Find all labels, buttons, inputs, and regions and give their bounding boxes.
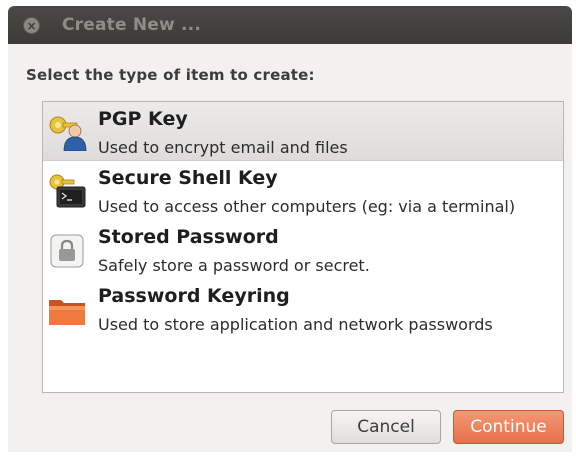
list-item-password-keyring[interactable]: Password Keyring Used to store applicati… (43, 279, 563, 338)
pgp-key-icon (47, 115, 87, 152)
list-item-pgp-key[interactable]: PGP Key Used to encrypt email and files (43, 102, 563, 161)
window-title: Create New ... (62, 15, 201, 35)
item-type-list: PGP Key Used to encrypt email and files … (42, 101, 564, 393)
list-item-stored-password[interactable]: Stored Password Safely store a password … (43, 220, 563, 279)
close-button[interactable]: × (23, 17, 40, 34)
item-description: Used to access other computers (eg: via … (98, 197, 516, 216)
item-description: Safely store a password or secret. (98, 256, 370, 275)
item-type-prompt: Select the type of item to create: (26, 66, 315, 84)
item-name: Password Keyring (98, 285, 290, 307)
create-new-dialog: × Create New ... Select the type of item… (8, 6, 572, 452)
close-icon: × (26, 18, 37, 33)
continue-button[interactable]: Continue (453, 410, 564, 444)
lock-icon (47, 233, 87, 269)
item-name: Stored Password (98, 226, 279, 248)
title-bar: × Create New ... (8, 6, 572, 44)
item-name: PGP Key (98, 108, 188, 130)
cancel-button[interactable]: Cancel (331, 410, 441, 444)
item-name: Secure Shell Key (98, 167, 278, 189)
folder-icon (47, 292, 87, 328)
item-description: Used to store application and network pa… (98, 315, 493, 334)
ssh-key-icon (47, 174, 87, 210)
list-item-secure-shell-key[interactable]: Secure Shell Key Used to access other co… (43, 161, 563, 220)
item-description: Used to encrypt email and files (98, 138, 348, 157)
